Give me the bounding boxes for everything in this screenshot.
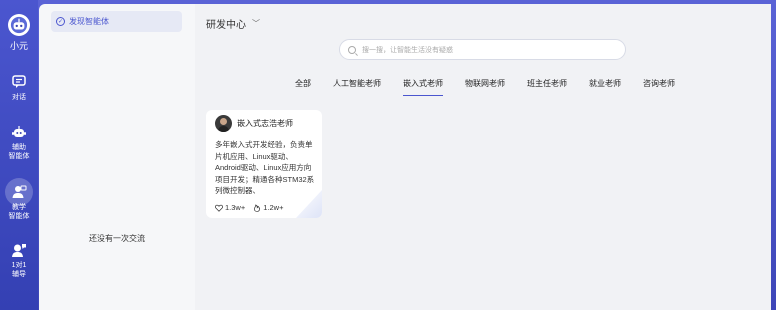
conversation-panel: ✓ 发现智能体 还没有一次交流 (39, 4, 195, 310)
flame-icon (254, 203, 261, 212)
heart-icon (215, 204, 223, 212)
search-icon (348, 45, 356, 54)
search-input[interactable]: 搜一搜，让智能生活没有疑惑 (339, 39, 626, 60)
rail-item-label: 辅助 (12, 144, 26, 151)
tab-ai-teacher[interactable]: 人工智能老师 (333, 78, 381, 96)
app-logo-icon[interactable] (8, 14, 30, 36)
category-tabs: 全部 人工智能老师 嵌入式老师 物联网老师 班主任老师 就业老师 咨询老师 (295, 78, 697, 98)
discover-agents-button[interactable]: ✓ 发现智能体 (51, 11, 182, 32)
rail-item-label: 智能体 (8, 153, 30, 160)
likes-count: 1.3w+ (225, 203, 246, 212)
rail-item-label: 智能体 (8, 213, 30, 220)
rail-item-chat[interactable]: 对话 (0, 74, 38, 102)
robot-icon (12, 126, 26, 137)
discover-label: 发现智能体 (69, 17, 109, 26)
rail-item-label: 对话 (12, 94, 26, 101)
tab-consult-teacher[interactable]: 咨询老师 (643, 78, 675, 96)
window-edge (771, 0, 776, 310)
app-name: 小元 (9, 41, 28, 51)
heat-count: 1.2w+ (263, 203, 284, 212)
rail-item-label: 1对1 (11, 262, 27, 269)
rail-item-tutor[interactable]: 1对1 辅导 (0, 242, 38, 279)
left-rail: 小元 对话 辅助 智能体 教学 智能体 1对1 辅导 (0, 0, 38, 310)
tab-iot-teacher[interactable]: 物联网老师 (465, 78, 505, 96)
center-selector[interactable]: 研发中心 ﹀ (206, 16, 260, 31)
teacher-icon (12, 185, 27, 198)
agent-stats: 1.3w+ 1.2w+ (215, 203, 283, 212)
empty-state-text: 还没有一次交流 (89, 234, 145, 243)
chevron-down-icon: ﹀ (252, 19, 260, 28)
rail-item-assist-agent[interactable]: 辅助 智能体 (0, 124, 38, 161)
center-title: 研发中心 (206, 20, 246, 31)
check-circle-icon: ✓ (56, 17, 65, 26)
tab-all[interactable]: 全部 (295, 78, 311, 96)
rail-item-label: 教学 (12, 204, 26, 211)
main-content: 研发中心 ﹀ 搜一搜，让智能生活没有疑惑 全部 人工智能老师 嵌入式老师 物联网… (195, 4, 771, 310)
tab-embedded-teacher[interactable]: 嵌入式老师 (403, 78, 443, 96)
agent-name: 嵌入式志浩老师 (237, 119, 293, 128)
agent-card[interactable]: 嵌入式志浩老师 多年嵌入式开发经验，负责单片机应用、Linux驱动、Androi… (206, 110, 322, 218)
tab-headteacher[interactable]: 班主任老师 (527, 78, 567, 96)
chat-icon (12, 75, 26, 88)
rail-item-label: 辅导 (12, 271, 26, 278)
tutor-icon (12, 244, 26, 257)
avatar (215, 115, 232, 132)
search-placeholder: 搜一搜，让智能生活没有疑惑 (362, 46, 453, 54)
tab-career-teacher[interactable]: 就业老师 (589, 78, 621, 96)
rail-item-teaching-agent[interactable]: 教学 智能体 (0, 178, 38, 221)
agent-description: 多年嵌入式开发经验，负责单片机应用、Linux驱动、Android驱动、Linu… (215, 140, 315, 195)
